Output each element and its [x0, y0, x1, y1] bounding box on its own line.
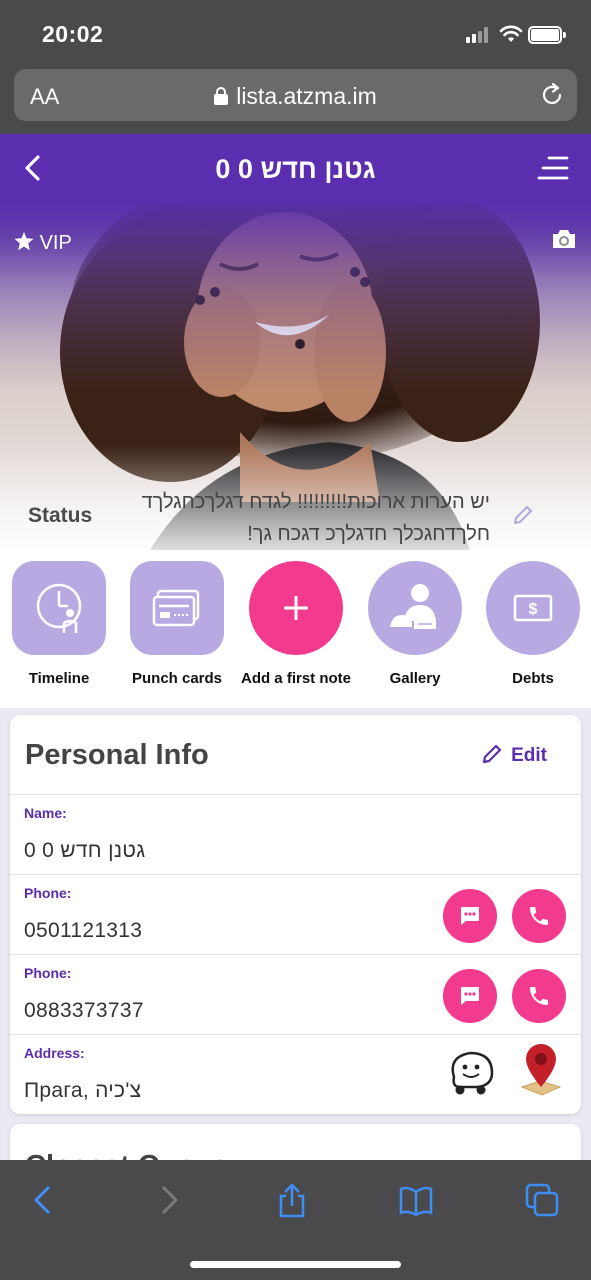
battery-icon [528, 26, 566, 44]
action-add-note[interactable]: Add a first note [236, 561, 356, 687]
home-indicator [190, 1261, 401, 1268]
personal-info-card: Personal Info Edit Name: גטנן חדש 0 0 Ph… [10, 715, 581, 1114]
field-label: Phone: [24, 885, 72, 901]
svg-text:$: $ [529, 601, 538, 618]
page-title: גטנן חדש 0 0 [215, 154, 376, 184]
phone-icon [530, 907, 548, 925]
action-label: Debts [512, 670, 554, 687]
field-value[interactable]: 0501121313 [24, 919, 142, 943]
field-value: Прага, צ'כיה [24, 1079, 142, 1102]
action-timeline[interactable]: Timeline [0, 561, 119, 687]
profile-hero: VIP Status יש הערות ארוכות!!!!!!!!! לגדח… [0, 202, 591, 550]
field-label: Phone: [24, 965, 72, 981]
vip-badge[interactable]: VIP [14, 232, 72, 255]
field-value[interactable]: 0883373737 [24, 999, 144, 1023]
edit-button[interactable]: Edit [481, 743, 547, 767]
call-button[interactable] [512, 969, 566, 1023]
browser-forward-icon[interactable] [150, 1182, 186, 1218]
action-punch-cards[interactable]: Punch cards [117, 561, 237, 687]
status-time: 20:02 [42, 21, 104, 47]
action-debts[interactable]: $ Debts [473, 561, 591, 687]
dollar-icon: $ [486, 561, 580, 655]
hamburger-menu-icon[interactable] [537, 154, 569, 182]
star-icon [14, 232, 34, 251]
message-icon [461, 907, 479, 925]
plus-icon [249, 561, 343, 655]
sms-button[interactable] [443, 889, 497, 943]
map-pin-icon[interactable] [516, 1043, 566, 1099]
action-gallery[interactable]: Gallery [355, 561, 475, 687]
status-bar: 20:02 [0, 0, 591, 66]
field-label: Name: [24, 805, 67, 821]
action-label: Add a first note [240, 670, 351, 687]
action-label: Timeline [28, 670, 90, 687]
field-row-name: Name: גטנן חדש 0 0 [10, 794, 581, 874]
sms-button[interactable] [443, 969, 497, 1023]
action-label: Punch cards [131, 670, 223, 687]
action-label: Gallery [389, 670, 441, 687]
field-row-address: Address: Прага, צ'כיה [10, 1034, 581, 1114]
pencil-icon [483, 744, 502, 764]
browser-address-area: AA lista.atzma.im [0, 66, 591, 134]
punch-card-icon [130, 561, 224, 655]
pencil-icon[interactable] [512, 504, 534, 526]
field-label: Address: [24, 1045, 85, 1061]
lock-icon [214, 84, 229, 105]
camera-icon[interactable] [551, 228, 577, 250]
cellular-signal-icon [466, 27, 492, 43]
browser-back-icon[interactable] [26, 1182, 62, 1218]
call-button[interactable] [512, 889, 566, 943]
url-display[interactable]: lista.atzma.im [14, 83, 577, 110]
share-icon[interactable] [274, 1182, 310, 1218]
vip-label: VIP [39, 232, 72, 254]
phone-icon [530, 987, 548, 1005]
status-label: Status [28, 504, 93, 527]
field-row-phone-1: Phone: 0501121313 [10, 874, 581, 954]
timeline-icon [12, 561, 106, 655]
bookmarks-icon[interactable] [398, 1182, 434, 1218]
wifi-icon [499, 25, 523, 42]
tabs-icon[interactable] [524, 1182, 560, 1218]
quick-actions: Timeline Punch cards Add a first note Ga… [0, 550, 591, 708]
address-bar[interactable]: AA lista.atzma.im [14, 69, 577, 121]
edit-label: Edit [511, 745, 547, 766]
gallery-icon [368, 561, 462, 655]
field-value: גטנן חדש 0 0 [24, 839, 146, 862]
message-icon [461, 987, 479, 1005]
reload-icon[interactable] [539, 82, 565, 108]
card-title: Personal Info [25, 739, 209, 771]
waze-icon[interactable] [444, 1047, 498, 1097]
app-header: גטנן חדש 0 0 [0, 134, 591, 202]
url-text: lista.atzma.im [236, 83, 377, 109]
field-row-phone-2: Phone: 0883373737 [10, 954, 581, 1034]
status-text: יש הערות ארוכות!!!!!!!!! לגדח דגלךכחגלךד… [141, 491, 490, 545]
